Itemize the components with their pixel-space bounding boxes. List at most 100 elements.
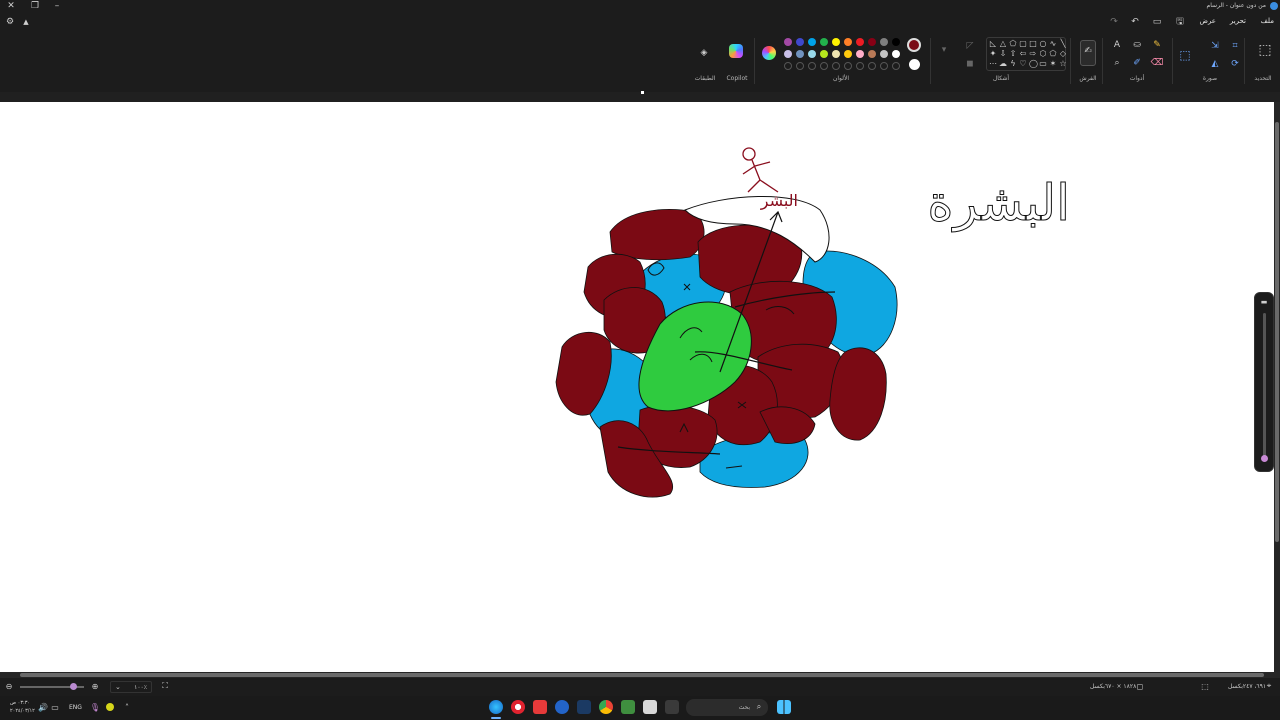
color-swatch[interactable] bbox=[844, 50, 852, 58]
layers-icon[interactable]: ◈ bbox=[697, 46, 711, 60]
color-swatch[interactable] bbox=[808, 38, 816, 46]
game-app-icon[interactable] bbox=[621, 700, 635, 714]
color-swatch[interactable] bbox=[856, 50, 864, 58]
shape-dropdown-icon[interactable]: ▾ bbox=[938, 44, 950, 56]
account-icon[interactable]: ▲ bbox=[20, 16, 32, 28]
zoom-dropdown[interactable]: ⌄ ١٠٠٪ bbox=[110, 681, 152, 693]
settings-icon[interactable]: ⚙ bbox=[4, 16, 16, 28]
zoom-slider-thumb[interactable] bbox=[70, 683, 77, 690]
text-icon[interactable]: A bbox=[1110, 38, 1124, 52]
zoom-in-icon[interactable]: ⊕ bbox=[90, 681, 100, 691]
redo-icon[interactable]: ↷ bbox=[1108, 16, 1120, 28]
chrome-browser-icon[interactable] bbox=[599, 700, 613, 714]
color-swatch[interactable] bbox=[868, 38, 876, 46]
select-rectangle-icon[interactable]: ⬚ bbox=[1256, 41, 1274, 59]
panel-collapse-icon[interactable]: ▬ bbox=[1259, 297, 1269, 307]
shape-outline-icon[interactable]: ◸ bbox=[964, 40, 976, 52]
color-swatch[interactable] bbox=[880, 38, 888, 46]
shape-line-icon[interactable]: ╲ bbox=[1059, 40, 1067, 48]
shape-arrow-down-icon[interactable]: ⇩ bbox=[999, 50, 1007, 58]
app-blue-icon[interactable] bbox=[555, 700, 569, 714]
image-select-icon[interactable]: ⬚ bbox=[1176, 46, 1194, 64]
shape-fill-icon[interactable]: ◼ bbox=[964, 58, 976, 70]
save-icon[interactable]: 🖫 bbox=[1174, 16, 1186, 28]
volume-icon[interactable]: 🔊 bbox=[38, 702, 48, 712]
shape-cloud-icon[interactable]: ☁ bbox=[999, 60, 1007, 68]
shape-diamond-icon[interactable]: ◇ bbox=[1059, 50, 1067, 58]
color-swatch[interactable] bbox=[784, 50, 792, 58]
crop-icon[interactable]: ⌗ bbox=[1228, 39, 1242, 53]
shape-callout-oval-icon[interactable]: ◯ bbox=[1029, 60, 1038, 68]
color-swatch[interactable] bbox=[784, 38, 792, 46]
clock-time[interactable]: ٠٣:٣٠ ص bbox=[10, 700, 30, 706]
resize-icon[interactable]: ⇲ bbox=[1208, 39, 1222, 53]
open-folder-icon[interactable]: ▭ bbox=[1151, 16, 1163, 28]
empty-color-slot[interactable] bbox=[820, 62, 828, 70]
color-swatch[interactable] bbox=[892, 50, 900, 58]
fill-bucket-icon[interactable]: ⛀ bbox=[1130, 38, 1144, 52]
shape-curve-icon[interactable]: ∿ bbox=[1049, 40, 1057, 48]
color-swatch[interactable] bbox=[856, 38, 864, 46]
shape-rectangle-icon[interactable]: □ bbox=[1029, 40, 1037, 48]
edge-browser-icon[interactable] bbox=[489, 700, 503, 714]
color-swatch[interactable] bbox=[796, 50, 804, 58]
brush-size-slider-thumb[interactable] bbox=[1261, 455, 1268, 462]
restore-icon[interactable]: ❐ bbox=[30, 1, 40, 11]
empty-color-slot[interactable] bbox=[784, 62, 792, 70]
color-swatch[interactable] bbox=[832, 38, 840, 46]
empty-color-slot[interactable] bbox=[832, 62, 840, 70]
clock-date[interactable]: ٢٠٢٤/٠٣/١٢ bbox=[10, 708, 35, 714]
shape-oval-icon[interactable]: ○ bbox=[1039, 40, 1047, 48]
vertical-scroll-thumb[interactable] bbox=[1275, 122, 1279, 542]
drawing-canvas[interactable]: البشرة البشر bbox=[0, 102, 1274, 672]
empty-color-slot[interactable] bbox=[856, 62, 864, 70]
rotate-icon[interactable]: ⟳ bbox=[1228, 57, 1242, 71]
shape-triangle-icon[interactable]: △ bbox=[999, 40, 1007, 48]
copilot-icon[interactable] bbox=[729, 44, 743, 58]
calendar-app-icon[interactable] bbox=[533, 700, 547, 714]
notification-dot-icon[interactable] bbox=[106, 703, 114, 711]
color-swatch[interactable] bbox=[808, 50, 816, 58]
empty-color-slot[interactable] bbox=[844, 62, 852, 70]
shape-arrow-right-icon[interactable]: ⇨ bbox=[1029, 50, 1037, 58]
shape-arrow-left-icon[interactable]: ⇦ bbox=[1019, 50, 1027, 58]
shape-star6-icon[interactable]: ✶ bbox=[1049, 60, 1057, 68]
show-hidden-icons-chevron-icon[interactable]: ˄ bbox=[122, 702, 132, 712]
color-swatch[interactable] bbox=[868, 50, 876, 58]
color-picker-icon[interactable]: ✐ bbox=[1130, 56, 1144, 70]
empty-color-slot[interactable] bbox=[892, 62, 900, 70]
color-swatch[interactable] bbox=[820, 38, 828, 46]
pencil-icon[interactable]: ✎ bbox=[1150, 38, 1164, 52]
floating-side-panel[interactable]: ▬ bbox=[1254, 292, 1274, 472]
color-swatch[interactable] bbox=[880, 50, 888, 58]
shape-arrow-up-icon[interactable]: ⇧ bbox=[1009, 50, 1017, 58]
color-swatch[interactable] bbox=[796, 38, 804, 46]
taskbar-search-box[interactable]: بحث ⌕ bbox=[686, 699, 768, 716]
shape-callout-rect-icon[interactable]: ▭ bbox=[1039, 60, 1047, 68]
color-swatch[interactable] bbox=[832, 50, 840, 58]
network-icon[interactable]: ▭ bbox=[50, 702, 60, 712]
menu-view[interactable]: عرض bbox=[1199, 17, 1216, 25]
menu-edit[interactable]: تحرير bbox=[1230, 17, 1246, 25]
eraser-icon[interactable]: ⌫ bbox=[1150, 56, 1164, 70]
minimize-icon[interactable]: – bbox=[52, 1, 62, 11]
empty-color-slot[interactable] bbox=[868, 62, 876, 70]
shape-rounded-rect-icon[interactable]: ▢ bbox=[1019, 40, 1027, 48]
shape-polygon-icon[interactable]: ⬠ bbox=[1009, 40, 1017, 48]
active-color-1[interactable] bbox=[907, 38, 921, 52]
color-swatch[interactable] bbox=[820, 50, 828, 58]
flip-icon[interactable]: ◭ bbox=[1208, 57, 1222, 71]
menu-file[interactable]: ملف bbox=[1261, 17, 1274, 25]
undo-icon[interactable]: ↶ bbox=[1129, 16, 1141, 28]
horizontal-scroll-thumb[interactable] bbox=[20, 673, 1264, 677]
shape-star4-icon[interactable]: ✦ bbox=[989, 50, 997, 58]
empty-color-slot[interactable] bbox=[880, 62, 888, 70]
close-icon[interactable]: ✕ bbox=[6, 1, 16, 11]
color-swatch[interactable] bbox=[892, 38, 900, 46]
shape-lightning-icon[interactable]: ϟ bbox=[1009, 60, 1017, 68]
microphone-icon[interactable]: 🎙 bbox=[90, 702, 100, 712]
shape-more-icon[interactable]: ⋯ bbox=[989, 60, 997, 68]
shape-right-triangle-icon[interactable]: ◺ bbox=[989, 40, 997, 48]
active-color-2[interactable] bbox=[909, 59, 920, 70]
zoom-out-icon[interactable]: ⊖ bbox=[4, 681, 14, 691]
